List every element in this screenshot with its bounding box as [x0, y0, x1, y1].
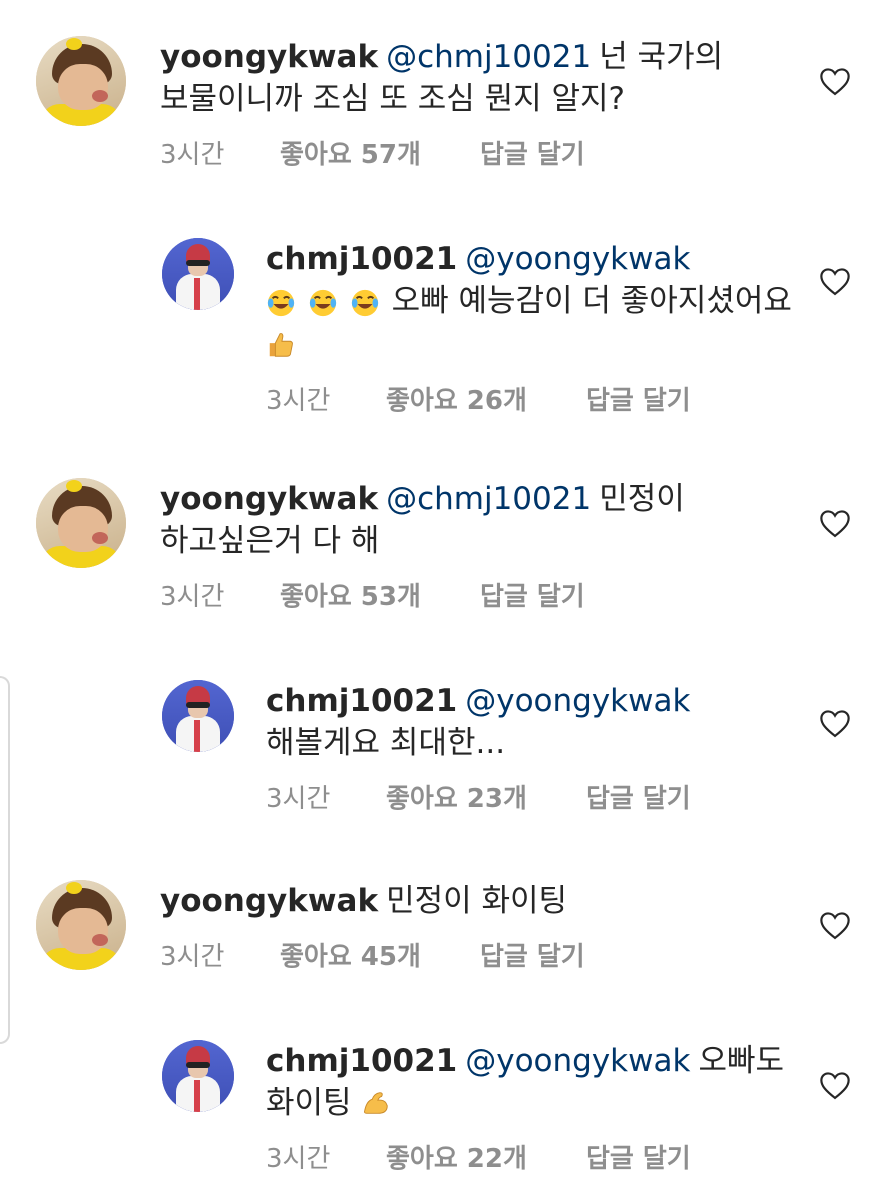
comment-username[interactable]: yoongykwak	[160, 883, 378, 919]
avatar-yoongykwak[interactable]	[36, 478, 126, 568]
comment-text: yoongykwak @chmj10021 넌 국가의 보물이니까 조심 또 조심 …	[160, 36, 800, 120]
comment-likes[interactable]: 좋아요 23개	[386, 778, 586, 815]
comment-text: chmj10021 @yoongykwak 오빠 예능감이 더 좋아지셨어요	[266, 238, 806, 366]
heart-outline-icon[interactable]	[818, 1070, 852, 1100]
thumbs-up-emoji	[269, 332, 293, 357]
avatar-chmj10021[interactable]	[162, 238, 234, 310]
comment-username[interactable]: yoongykwak	[160, 39, 378, 75]
heart-outline-icon[interactable]	[818, 508, 852, 538]
comment-meta: 3시간 좋아요 53개 답글 달기	[160, 576, 892, 613]
comment-item: yoongykwak @chmj10021 넌 국가의 보물이니까 조심 또 조심 …	[36, 36, 892, 171]
heart-outline-icon[interactable]	[818, 66, 852, 96]
comment-likes[interactable]: 좋아요 22개	[386, 1138, 586, 1175]
comment-time: 3시간	[160, 140, 225, 170]
heart-outline-icon[interactable]	[818, 910, 852, 940]
laugh-emoji-group	[266, 282, 382, 324]
comment-meta: 3시간 좋아요 22개 답글 달기	[266, 1138, 892, 1175]
comment-item: yoongykwak @chmj10021 민정이 하고싶은거 다 해 3시간 좋아…	[36, 478, 892, 613]
reply-button[interactable]: 답글 달기	[586, 1138, 691, 1175]
comment-meta: 3시간 좋아요 26개 답글 달기	[266, 380, 892, 417]
comment-body: 오빠 예능감이 더 좋아지셨어요	[391, 283, 792, 319]
flexed-biceps-emoji	[364, 1092, 389, 1114]
comment-body: 민정이 화이팅	[386, 883, 568, 919]
comment-text: yoongykwak @chmj10021 민정이 하고싶은거 다 해	[160, 478, 800, 562]
heart-outline-icon[interactable]	[818, 266, 852, 296]
comment-likes[interactable]: 좋아요 53개	[280, 576, 480, 613]
comment-likes[interactable]: 좋아요 26개	[386, 380, 586, 417]
comment-time: 3시간	[266, 1144, 331, 1174]
comment-mention[interactable]: @yoongykwak	[465, 683, 690, 719]
comment-likes[interactable]: 좋아요 57개	[280, 134, 480, 171]
heart-outline-icon[interactable]	[818, 708, 852, 738]
comment-time: 3시간	[160, 582, 225, 612]
comment-body: 해볼게요 최대한...	[266, 725, 506, 761]
reply-button[interactable]: 답글 달기	[586, 380, 691, 417]
comment-meta: 3시간 좋아요 45개 답글 달기	[160, 936, 892, 973]
comment-mention[interactable]: @chmj10021	[386, 39, 591, 75]
reply-button[interactable]: 답글 달기	[480, 134, 585, 171]
face-with-tears-of-joy-emoji	[309, 289, 336, 316]
comment-time: 3시간	[266, 385, 331, 416]
comment-text: chmj10021 @yoongykwak 오빠도 화이팅	[266, 1040, 806, 1124]
avatar-chmj10021[interactable]	[162, 680, 234, 752]
reply-comment-item: chmj10021 @yoongykwak 해볼게요 최대한... 3시간 좋아요…	[162, 680, 892, 815]
comment-meta: 3시간 좋아요 23개 답글 달기	[266, 778, 892, 815]
comment-mention[interactable]: @chmj10021	[386, 481, 591, 517]
avatar-yoongykwak[interactable]	[36, 36, 126, 126]
comment-mention[interactable]: @yoongykwak	[465, 241, 690, 277]
face-with-tears-of-joy-emoji	[351, 289, 378, 316]
comment-mention[interactable]: @yoongykwak	[465, 1043, 690, 1079]
reply-comment-item: chmj10021 @yoongykwak 오빠도 화이팅 3시간 좋아요 22개 …	[162, 1040, 892, 1175]
comment-item: yoongykwak 민정이 화이팅 3시간 좋아요 45개 답글 달기	[36, 880, 892, 973]
comment-time: 3시간	[266, 784, 331, 814]
avatar-chmj10021[interactable]	[162, 1040, 234, 1112]
comment-likes[interactable]: 좋아요 45개	[280, 936, 480, 973]
comment-username[interactable]: chmj10021	[266, 683, 457, 719]
reply-comment-item: chmj10021 @yoongykwak 오빠 예능감이 더 좋아지셨어요 3시…	[162, 238, 892, 417]
comment-text: chmj10021 @yoongykwak 해볼게요 최대한...	[266, 680, 806, 764]
scroll-edge-indicator	[0, 676, 10, 1044]
comment-username[interactable]: yoongykwak	[160, 481, 378, 517]
comment-meta: 3시간 좋아요 57개 답글 달기	[160, 134, 892, 171]
reply-button[interactable]: 답글 달기	[480, 936, 585, 973]
comment-username[interactable]: chmj10021	[266, 241, 457, 277]
reply-button[interactable]: 답글 달기	[586, 778, 691, 815]
comment-text: yoongykwak 민정이 화이팅	[160, 880, 800, 922]
face-with-tears-of-joy-emoji	[267, 289, 295, 316]
comment-time: 3시간	[160, 942, 225, 972]
reply-button[interactable]: 답글 달기	[480, 576, 585, 613]
avatar-yoongykwak[interactable]	[36, 880, 126, 970]
comment-username[interactable]: chmj10021	[266, 1043, 457, 1079]
